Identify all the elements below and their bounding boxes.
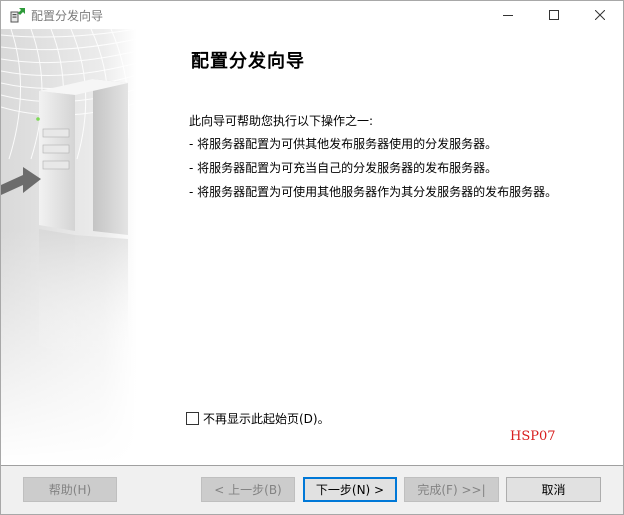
minimize-button[interactable] [485,1,531,29]
list-item: - 将服务器配置为可充当自己的分发服务器的发布服务器。 [189,161,498,175]
wizard-window: 配置分发向导 配置分发向导 此向导可帮助您执行以下操作之一: - 将服务器配置为… [0,0,624,515]
wizard-banner-image [1,29,137,465]
wizard-heading: 配置分发向导 [191,51,305,72]
finish-button[interactable]: 完成(F) >>| [404,477,499,502]
watermark-label: HSP07 [510,429,556,444]
title-bar: 配置分发向导 [1,1,623,29]
wizard-server-icon [9,6,27,24]
intro-text: 此向导可帮助您执行以下操作之一: [189,114,374,128]
skip-start-page-label[interactable]: 不再显示此起始页(D)。 [203,410,330,427]
option-list: - 将服务器配置为可供其他发布服务器使用的分发服务器。 - 将服务器配置为可充当… [189,135,557,207]
window-title: 配置分发向导 [31,9,104,23]
skip-start-page-checkbox[interactable] [186,412,199,425]
minimize-icon [503,15,513,16]
help-button[interactable]: 帮助(H) [23,477,117,502]
cancel-button[interactable]: 取消 [506,477,601,502]
list-item: - 将服务器配置为可使用其他服务器作为其分发服务器的发布服务器。 [189,185,558,199]
next-button[interactable]: 下一步(N) > [303,477,397,502]
maximize-button[interactable] [531,1,577,29]
list-item: - 将服务器配置为可供其他发布服务器使用的分发服务器。 [189,137,498,151]
close-button[interactable] [577,1,623,29]
back-button[interactable]: < 上一步(B) [201,477,295,502]
close-icon [595,10,605,20]
maximize-icon [549,10,559,20]
skip-start-page-option[interactable]: 不再显示此起始页(D)。 [186,410,330,427]
